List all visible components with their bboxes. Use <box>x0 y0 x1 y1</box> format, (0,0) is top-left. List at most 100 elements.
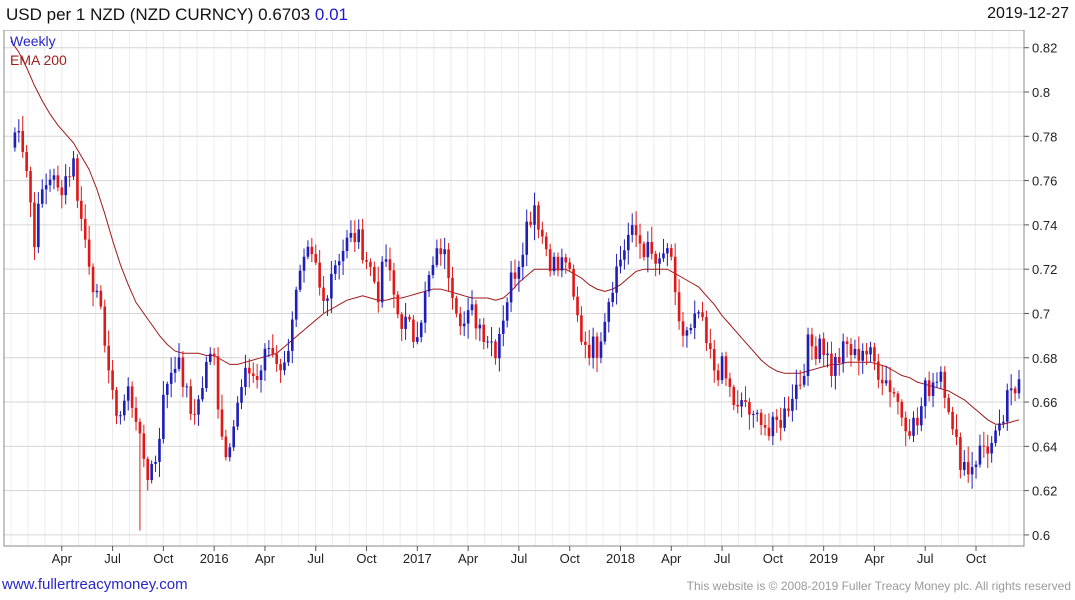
candle-body <box>48 179 52 186</box>
candle-body <box>271 347 275 354</box>
x-tick-label: Jul <box>307 551 324 566</box>
candle-body <box>439 248 443 255</box>
candle-body <box>150 463 153 481</box>
candle-body <box>986 446 990 454</box>
candle-body <box>834 356 837 376</box>
candle-body <box>290 319 294 351</box>
candle-body <box>955 429 958 438</box>
candle-body <box>263 348 267 371</box>
candle-body <box>232 426 236 448</box>
candle-body <box>923 380 927 407</box>
candle-body <box>337 261 341 266</box>
candle-body <box>220 409 224 437</box>
candle-body <box>462 323 466 327</box>
candle-body <box>99 290 103 307</box>
candle-body <box>912 417 915 436</box>
candle-body <box>880 379 884 384</box>
candle-body <box>541 229 544 237</box>
x-tick-label: Oct <box>153 551 174 566</box>
candle-body <box>685 330 689 336</box>
candle-body <box>951 411 954 430</box>
candle-body <box>435 248 439 265</box>
candle-body <box>205 361 208 389</box>
candle-body <box>72 158 75 177</box>
candle-body <box>458 313 462 327</box>
candle-body <box>783 408 786 428</box>
legend-ema: EMA 200 <box>10 52 67 68</box>
candle-body <box>857 348 861 361</box>
candle-body <box>1017 379 1021 394</box>
candle-body <box>380 261 384 303</box>
x-tick-label: Jul <box>917 551 934 566</box>
candle-body <box>482 324 486 342</box>
y-tick-label: 0.78 <box>1032 129 1057 144</box>
candle-body <box>732 386 736 405</box>
candle-body <box>384 259 388 262</box>
candle-body <box>1005 390 1009 422</box>
y-tick-label: 0.68 <box>1032 351 1057 366</box>
candle-body <box>345 237 349 251</box>
candle-body <box>177 357 181 369</box>
candle-body <box>470 304 474 311</box>
x-tick-label: Jul <box>511 551 528 566</box>
candle-body <box>208 353 212 362</box>
candle-body <box>920 406 923 426</box>
candle-body <box>216 356 220 410</box>
candle-body <box>853 348 857 356</box>
candle-body <box>830 353 833 376</box>
candle-body <box>646 241 650 258</box>
candle-layer <box>13 115 1021 531</box>
candle-body <box>251 373 255 377</box>
candle-body <box>814 346 818 360</box>
candle-body <box>724 356 728 379</box>
candle-body <box>619 259 622 267</box>
candle-body <box>490 341 493 343</box>
candle-body <box>576 296 579 316</box>
candle-body <box>228 447 232 458</box>
candle-body <box>201 388 204 400</box>
candle-body <box>931 382 935 396</box>
candle-body <box>810 334 814 347</box>
candle-body <box>787 408 790 411</box>
candle-body <box>423 291 427 323</box>
axis-layer: 0.6 0.62 0.64 0.66 0.68 0.7 0.72 0.74 0.76 0.78 0.… <box>3 30 1057 566</box>
candle-body <box>349 232 353 238</box>
y-tick-label: 0.64 <box>1032 439 1057 454</box>
candle-body <box>837 356 841 363</box>
candle-body <box>900 401 904 418</box>
candle-body <box>712 349 716 371</box>
chart-title: USD per 1 NZD (NZD CURNCY) 0.6703 0.01 <box>6 5 348 25</box>
x-tick-label: 2016 <box>200 551 229 566</box>
candle-body <box>556 256 560 271</box>
candle-body <box>76 158 79 201</box>
candle-body <box>654 253 657 264</box>
candle-body <box>244 367 247 388</box>
candle-body <box>419 322 423 338</box>
candle-body <box>373 266 376 282</box>
candle-body <box>752 414 755 416</box>
candle-body <box>740 400 743 407</box>
x-tick-label: 2018 <box>606 551 635 566</box>
candle-body <box>720 356 724 381</box>
candle-body <box>361 229 364 261</box>
candle-body <box>587 344 591 358</box>
y-tick-label: 0.8 <box>1032 85 1050 100</box>
candle-body <box>357 229 361 243</box>
site-link[interactable]: www.fullertreacymoney.com <box>2 576 188 593</box>
candle-body <box>224 436 228 458</box>
candle-body <box>892 392 896 394</box>
candle-body <box>509 272 513 303</box>
candle-body <box>146 458 150 481</box>
candle-body <box>443 249 446 255</box>
candle-body <box>1009 388 1013 391</box>
x-tick-label: Oct <box>763 551 784 566</box>
candle-body <box>548 249 552 272</box>
candle-body <box>60 187 64 196</box>
candle-body <box>935 381 939 383</box>
candle-body <box>767 427 771 437</box>
candle-body <box>138 421 142 434</box>
candle-body <box>794 384 798 399</box>
candle-body <box>416 337 419 342</box>
candle-body <box>392 270 396 295</box>
candle-body <box>33 202 36 248</box>
